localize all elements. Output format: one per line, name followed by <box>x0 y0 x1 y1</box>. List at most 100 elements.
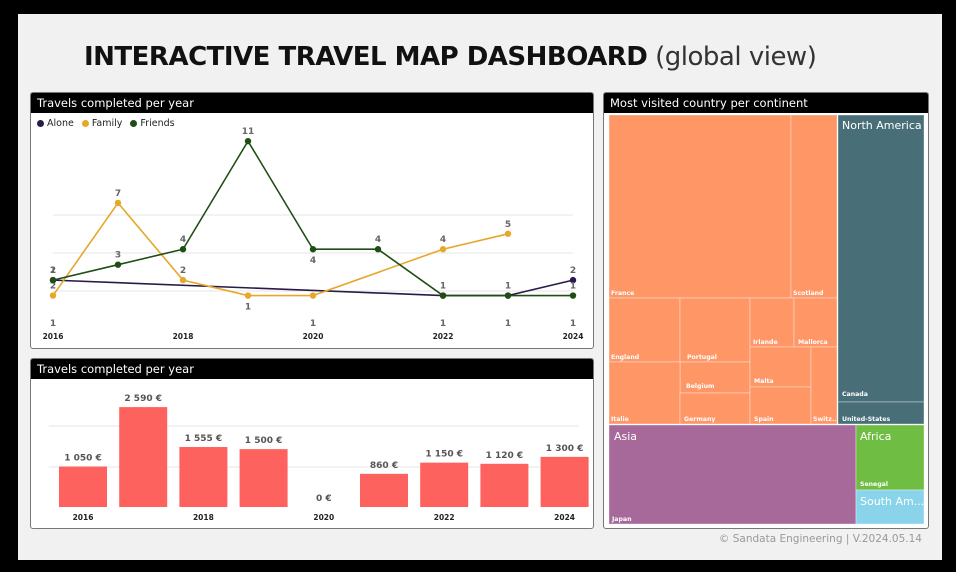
point-friends-2018 <box>179 246 187 253</box>
bar-2018 <box>179 447 228 507</box>
x-tick-2022: 2022 <box>434 513 455 522</box>
data-label-family-2019: 1 <box>245 303 251 313</box>
point-friends-2023 <box>504 292 512 299</box>
page-title-main: INTERACTIVE TRAVEL MAP DASHBOARD <box>84 42 648 72</box>
treemap-country-mallorca: Mallorca <box>798 339 828 346</box>
bar-label-2020: 0 € <box>316 494 332 504</box>
treemap-country-italie: Italie <box>611 416 629 423</box>
data-label-family-2023: 5 <box>505 220 511 230</box>
x-tick-2018: 2018 <box>193 513 214 522</box>
line-chart: 1 227214523411441 1 11 1 1 1 12016 2018 2020 2022 2… <box>43 127 584 341</box>
x-tick-2018: 2018 <box>173 332 194 341</box>
x-tick-2022: 2022 <box>433 332 454 341</box>
data-label-family-2018: 2 <box>180 266 186 276</box>
data-label-friends-2016: 2 <box>50 266 56 276</box>
treemap-cell-england <box>608 297 681 363</box>
bar-chart: 1 050 € 2 590 € 1 555 € 1 500 € 0 € 860 € 1 15… <box>49 394 589 522</box>
treemap-cell-portugal <box>679 297 751 363</box>
treemap-cell-scotland <box>790 114 838 299</box>
data-label-friends-2022: 1 <box>440 282 446 292</box>
x-tick-2024: 2024 <box>563 332 584 341</box>
bar-chart-panel[interactable]: Travels completed per year 1 050 € 2 590 … <box>30 358 594 529</box>
point-friends-2022 <box>439 292 447 299</box>
data-label-extra-2024: 1 <box>570 319 576 329</box>
point-family-2016 <box>49 292 57 299</box>
data-label-friends-2021: 4 <box>375 235 381 245</box>
treemap-country-irlande: Irlande <box>753 339 778 346</box>
treemap-cell-italie <box>608 361 681 425</box>
treemap-country-canada: Canada <box>842 391 868 398</box>
point-friends-2024 <box>569 292 577 299</box>
point-family-2020 <box>309 292 317 299</box>
data-label-extra-2016: 1 <box>50 319 56 329</box>
data-label-friends-2019: 11 <box>242 127 255 137</box>
data-label-friends-2018: 4 <box>180 235 186 245</box>
treemap-country-portugal: Portugal <box>687 354 717 361</box>
point-family-2019 <box>244 292 252 299</box>
point-family-2023 <box>504 230 512 237</box>
line-chart-header: Travels completed per year <box>31 93 593 113</box>
treemap-country-senegal: Senegal <box>860 481 888 488</box>
data-label-friends-2024: 1 <box>570 282 576 292</box>
x-tick-2020: 2020 <box>303 332 324 341</box>
point-friends-2017 <box>114 261 122 268</box>
data-label-friends-2023: 1 <box>505 282 511 292</box>
data-label-extra-2020: 1 <box>310 319 316 329</box>
treemap-cell-france <box>608 114 792 299</box>
footer-version: © Sandata Engineering | V.2024.05.14 <box>718 533 922 545</box>
page-title-sub: (global view) <box>655 42 817 72</box>
bar-2017 <box>119 407 168 507</box>
treemap-country-germany: Germany <box>684 416 715 423</box>
point-friends-2016 <box>49 276 57 284</box>
bar-2019 <box>239 449 288 507</box>
treemap-label-asia: Asia <box>614 430 637 443</box>
x-tick-2020: 2020 <box>313 513 334 522</box>
bar-label-2019: 1 500 € <box>245 436 283 446</box>
treemap-chart: EuropeFranceScotlandEnglandPortugalIrlan… <box>608 114 925 525</box>
bar-2022 <box>420 462 469 507</box>
point-friends-2020 <box>309 246 317 253</box>
treemap-label-northamerica: North America <box>842 119 922 132</box>
bar-label-2016: 1 050 € <box>64 454 102 464</box>
treemap-country-belgium: Belgium <box>686 383 714 390</box>
bar-2023 <box>480 463 529 507</box>
treemap-country-scotland: Scotland <box>793 290 823 297</box>
treemap-label-southamerica: South Am... <box>860 495 924 508</box>
treemap-country-england: England <box>611 354 639 361</box>
treemap-label-africa: Africa <box>860 430 891 443</box>
x-tick-2016: 2016 <box>43 332 64 341</box>
treemap-country-malta: Malta <box>754 378 774 385</box>
page-title: INTERACTIVE TRAVEL MAP DASHBOARD (global… <box>84 42 817 72</box>
treemap-panel[interactable]: Most visited country per continent Europ… <box>603 92 929 529</box>
point-friends-2021 <box>374 246 382 253</box>
bar-label-2021: 860 € <box>370 461 398 471</box>
treemap-country-japan: Japan <box>611 516 632 523</box>
x-tick-2016: 2016 <box>73 513 94 522</box>
bar-label-2017: 2 590 € <box>124 394 162 404</box>
bar-2016 <box>59 466 107 507</box>
point-friends-2019 <box>244 137 252 145</box>
bar-2021 <box>360 473 408 507</box>
treemap-country-unitedstates: United-States <box>842 416 890 423</box>
data-label-friends-2017: 3 <box>115 251 121 261</box>
data-label-family-2022: 4 <box>440 235 446 245</box>
treemap-cell-switz <box>810 346 838 425</box>
bar-label-2023: 1 120 € <box>486 451 524 461</box>
data-label-alone-2024: 2 <box>570 266 576 276</box>
bar-chart-header: Travels completed per year <box>31 359 593 379</box>
x-tick-2024: 2024 <box>554 513 575 522</box>
treemap-cell-japan <box>608 424 857 525</box>
point-family-2018 <box>179 276 187 284</box>
line-chart-panel[interactable]: Travels completed per year Alone Family … <box>30 92 594 349</box>
bar-label-2018: 1 555 € <box>185 434 223 444</box>
treemap-country-france: France <box>611 290 634 297</box>
point-family-2022 <box>439 246 447 253</box>
treemap-country-switz: Switz... <box>813 416 839 423</box>
data-label-extra-2023: 1 <box>505 319 511 329</box>
data-label-friends-2020: 4 <box>310 256 316 266</box>
bar-label-2022: 1 150 € <box>425 450 463 460</box>
treemap-cell-canada <box>837 114 925 403</box>
bar-label-2024: 1 300 € <box>546 444 584 454</box>
data-label-extra-2022: 1 <box>440 319 446 329</box>
dashboard-frame: INTERACTIVE TRAVEL MAP DASHBOARD (global… <box>18 14 942 560</box>
